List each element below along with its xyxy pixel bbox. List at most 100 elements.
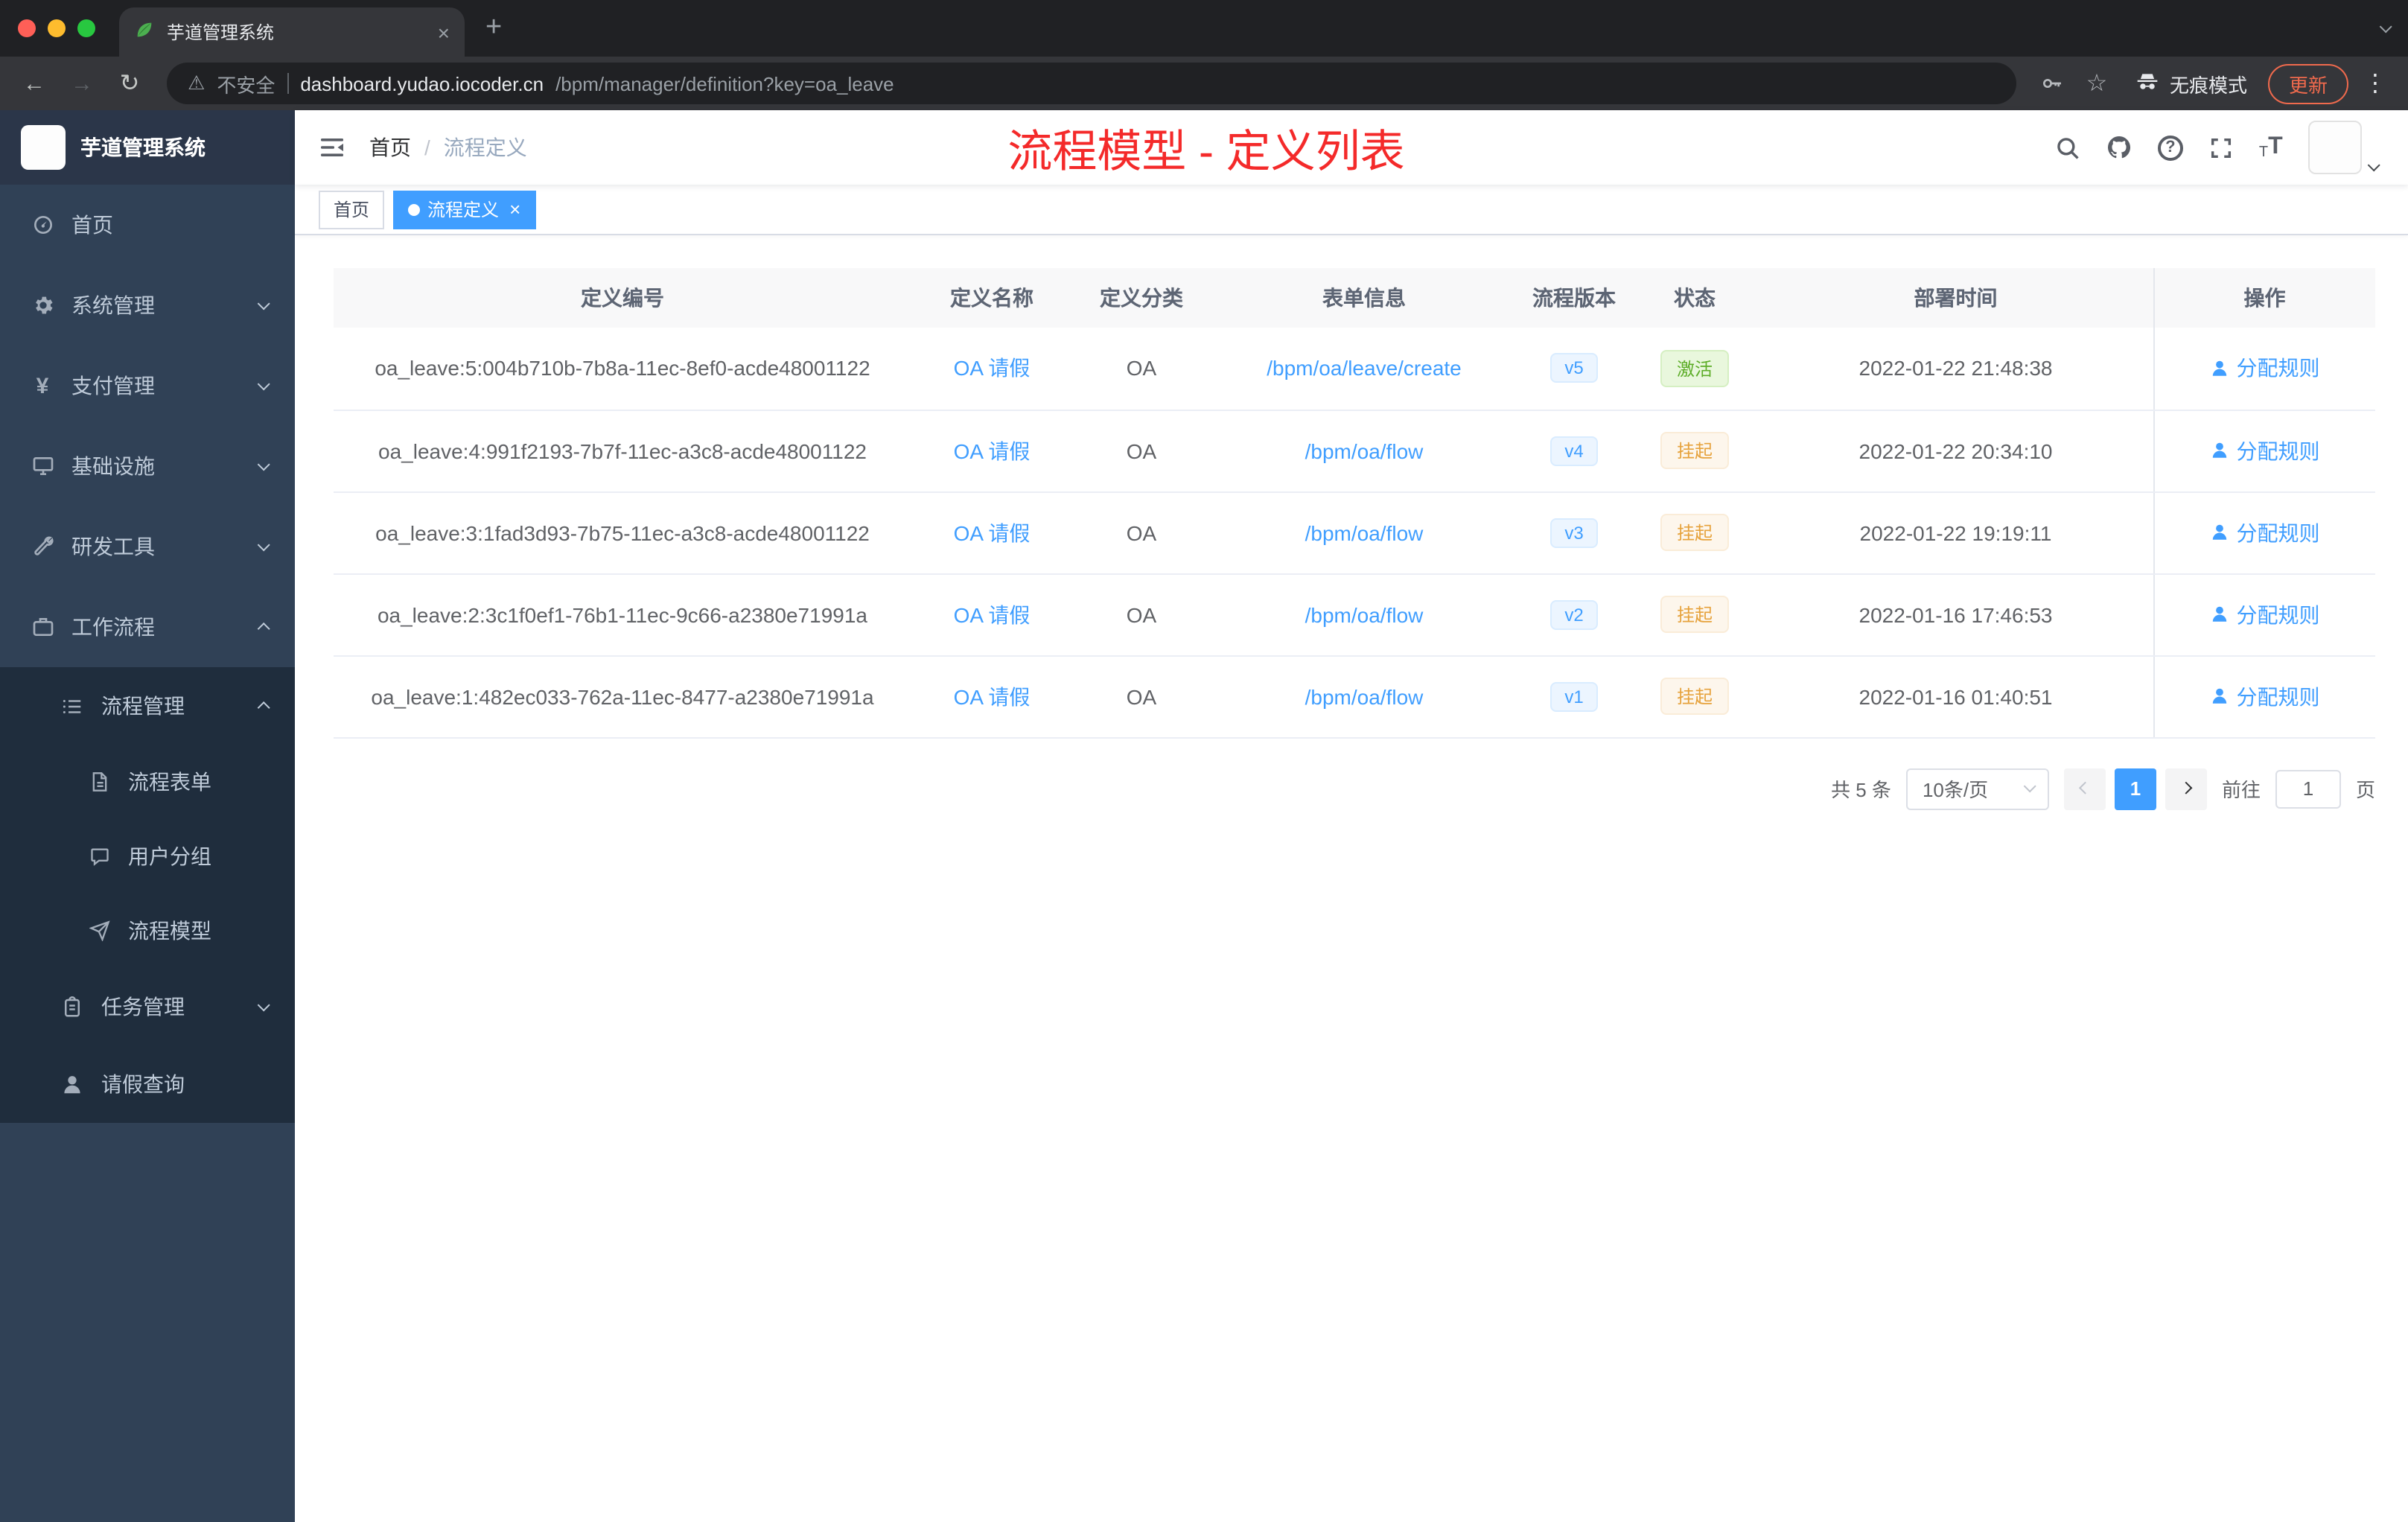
browser-menu-icon[interactable] (2357, 69, 2393, 98)
sidebar-item-label: 研发工具 (71, 535, 155, 558)
assign-rule-button[interactable]: 分配规则 (2210, 599, 2320, 629)
definitions-table: 定义编号 定义名称 定义分类 表单信息 流程版本 状态 部署时间 操作 oa_l (334, 268, 2375, 738)
header-actions (2055, 121, 2380, 174)
sidebar-item-leave-query[interactable]: 请假查询 (0, 1045, 295, 1123)
search-icon[interactable] (2055, 135, 2080, 160)
logo-avatar (21, 125, 66, 170)
assign-rule-button[interactable]: 分配规则 (2210, 681, 2320, 711)
incognito-label: 无痕模式 (2169, 74, 2247, 96)
sidebar-item-system[interactable]: 系统管理 (0, 265, 295, 346)
tag-close-icon[interactable] (509, 198, 520, 220)
definition-id: oa_leave:5:004b710b-7b8a-11ec-8ef0-acde4… (334, 328, 911, 410)
font-size-icon[interactable] (2259, 134, 2283, 161)
sidebar-item-task-management[interactable]: 任务管理 (0, 968, 295, 1045)
chevron-down-icon (257, 999, 270, 1012)
form-link[interactable]: /bpm/oa/flow (1305, 439, 1424, 462)
password-key-icon[interactable] (2034, 66, 2070, 101)
question-icon[interactable] (2157, 135, 2183, 160)
col-actions: 操作 (2153, 268, 2375, 328)
tag-label: 首页 (334, 200, 370, 220)
sidebar-item-user-group[interactable]: 用户分组 (0, 819, 295, 894)
definition-category: OA (1072, 655, 1211, 738)
reload-button[interactable] (110, 64, 149, 103)
definition-category: OA (1072, 328, 1211, 410)
status-badge: 激活 (1660, 349, 1729, 387)
form-link[interactable]: /bpm/oa/leave/create (1267, 357, 1462, 380)
sidebar-item-process-form[interactable]: 流程表单 (0, 745, 295, 819)
definition-category: OA (1072, 491, 1211, 574)
screen: 芋道管理系统 不安全 dashboard.yudao.iocoder.cn/bp… (0, 0, 2408, 1522)
address-bar[interactable]: 不安全 dashboard.yudao.iocoder.cn/bpm/manag… (167, 63, 2016, 104)
url-divider (287, 73, 289, 94)
tag-home[interactable]: 首页 (319, 190, 385, 229)
browser-update-button[interactable]: 更新 (2267, 63, 2348, 104)
assign-rule-button[interactable]: 分配规则 (2210, 436, 2320, 465)
breadcrumb-home[interactable]: 首页 (369, 133, 411, 162)
assign-rule-button[interactable]: 分配规则 (2210, 354, 2320, 383)
sidebar-item-infrastructure[interactable]: 基础设施 (0, 426, 295, 506)
gear-icon (30, 293, 55, 317)
prev-page-button[interactable] (2063, 768, 2106, 809)
form-link[interactable]: /bpm/oa/flow (1305, 602, 1424, 626)
definition-name-link[interactable]: OA 请假 (954, 520, 1031, 544)
new-tab-button[interactable] (485, 12, 502, 45)
definition-category: OA (1072, 410, 1211, 492)
version-badge: v4 (1549, 436, 1599, 465)
version-badge: v1 (1549, 681, 1599, 711)
form-link[interactable]: /bpm/oa/flow (1305, 684, 1424, 708)
status-badge: 挂起 (1660, 678, 1729, 715)
chevron-down-icon (257, 458, 270, 471)
tags-bar: 首页 流程定义 (295, 185, 2408, 235)
briefcase-icon (30, 615, 55, 639)
next-page-button[interactable] (2165, 768, 2207, 809)
tab-close-icon[interactable] (438, 20, 450, 44)
sidebar-item-home[interactable]: 首页 (0, 185, 295, 265)
definition-name-link[interactable]: OA 请假 (954, 439, 1031, 462)
table-row: oa_leave:3:1fad3d93-7b75-11ec-a3c8-acde4… (334, 491, 2375, 574)
minimize-window-button[interactable] (48, 19, 66, 37)
deploy-time: 2022-01-22 19:19:11 (1759, 491, 2153, 574)
person-icon (60, 1073, 85, 1095)
sidebar-item-label: 流程管理 (101, 694, 185, 718)
close-window-button[interactable] (18, 19, 36, 37)
breadcrumb-current: 流程定义 (443, 136, 527, 159)
deploy-time: 2022-01-22 21:48:38 (1759, 328, 2153, 410)
forward-button[interactable] (63, 64, 101, 103)
definition-name-link[interactable]: OA 请假 (954, 357, 1031, 380)
tab-title: 芋道管理系统 (167, 22, 275, 43)
sidebar-item-label: 系统管理 (71, 293, 155, 317)
table-row: oa_leave:4:991f2193-7b7f-11ec-a3c8-acde4… (334, 410, 2375, 492)
fullscreen-icon[interactable] (2208, 135, 2234, 160)
document-icon (86, 771, 112, 792)
definition-name-link[interactable]: OA 请假 (954, 602, 1031, 626)
app-logo[interactable]: 芋道管理系统 (0, 110, 295, 185)
tag-process-definition[interactable]: 流程定义 (393, 190, 536, 229)
bookmark-star-icon[interactable] (2079, 66, 2115, 101)
person-icon (2212, 442, 2226, 458)
page-size-select[interactable]: 10条/页 (1905, 768, 2049, 809)
page-title: 流程模型 - 定义列表 (1007, 128, 1405, 177)
back-button[interactable] (15, 64, 54, 103)
sidebar-item-payment[interactable]: 支付管理 (0, 346, 295, 426)
col-status: 状态 (1631, 268, 1759, 328)
sidebar-item-label: 基础设施 (71, 454, 155, 478)
col-form-info: 表单信息 (1211, 268, 1517, 328)
user-menu[interactable] (2307, 121, 2380, 174)
goto-page-input[interactable] (2275, 769, 2341, 808)
sidebar-item-process-model[interactable]: 流程模型 (0, 894, 295, 968)
assign-rule-button[interactable]: 分配规则 (2210, 518, 2320, 547)
definition-name-link[interactable]: OA 请假 (954, 684, 1031, 708)
page-number-current[interactable]: 1 (2114, 768, 2156, 809)
sidebar-item-workflow[interactable]: 工作流程 (0, 587, 295, 667)
browser-tab[interactable]: 芋道管理系统 (119, 7, 465, 57)
hamburger-icon[interactable] (295, 134, 369, 161)
deploy-time: 2022-01-16 17:46:53 (1759, 573, 2153, 656)
tab-search-icon[interactable] (2379, 20, 2392, 34)
github-icon[interactable] (2106, 134, 2133, 161)
sidebar-item-process-management[interactable]: 流程管理 (0, 667, 295, 745)
form-link[interactable]: /bpm/oa/flow (1305, 520, 1424, 544)
definition-category: OA (1072, 573, 1211, 656)
sidebar-item-devtools[interactable]: 研发工具 (0, 506, 295, 587)
maximize-window-button[interactable] (77, 19, 95, 37)
avatar[interactable] (2307, 121, 2362, 174)
